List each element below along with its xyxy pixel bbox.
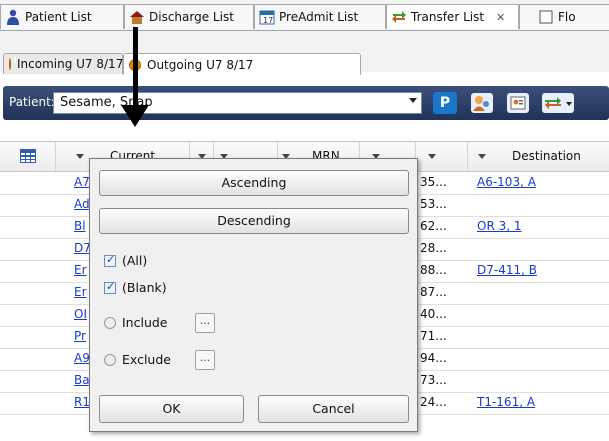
- annotation-arrow-head: [121, 105, 149, 127]
- tab-label: Discharge List: [149, 10, 234, 24]
- document-tab-strip: Patient List Discharge List 17 PreAdmit …: [0, 0, 609, 31]
- table-cell-dest[interactable]: T1-161, A: [477, 395, 535, 409]
- cancel-button[interactable]: Cancel: [258, 395, 409, 423]
- patient-select[interactable]: Sesame, Snap: [53, 92, 422, 114]
- table-cell-c5: 71...: [420, 329, 447, 343]
- table-cell-c5: 88...: [420, 263, 447, 277]
- exclude-radio[interactable]: [104, 354, 116, 366]
- ok-button[interactable]: OK: [99, 395, 244, 423]
- patient-card-icon[interactable]: [506, 92, 530, 114]
- column-header-6[interactable]: [416, 142, 468, 171]
- patient-bar: Patient: Sesame, Snap P: [3, 86, 609, 120]
- table-cell-current[interactable]: A7: [74, 175, 90, 189]
- column-chooser-button[interactable]: [0, 142, 56, 171]
- include-ellipsis-button[interactable]: ...: [195, 313, 215, 333]
- exclude-label: Exclude: [122, 352, 171, 367]
- all-label: (All): [122, 253, 148, 268]
- tab-label: Transfer List: [411, 10, 485, 24]
- table-cell-c5: 53...: [420, 197, 447, 211]
- column-header-destination[interactable]: Destination: [468, 142, 609, 171]
- subtab-outgoing[interactable]: Outgoing U7 8/17: [123, 53, 361, 75]
- person-icon: [7, 9, 19, 25]
- alert-icon: [9, 56, 17, 70]
- transfer-menu-icon[interactable]: [541, 92, 575, 114]
- table-cell-dest[interactable]: A6-103, A: [477, 175, 536, 189]
- patient-label: Patient:: [9, 95, 55, 109]
- filter-dropdown-icon[interactable]: [76, 154, 84, 159]
- chevron-down-icon[interactable]: [409, 98, 417, 103]
- page-icon: [539, 10, 553, 24]
- filter-dropdown-icon[interactable]: [478, 154, 486, 159]
- grid-icon: [20, 149, 36, 163]
- close-tab-icon[interactable]: ✕: [496, 11, 505, 24]
- tab-preadmit-list[interactable]: 17 PreAdmit List: [254, 4, 386, 29]
- table-cell-c5: 87...: [420, 285, 447, 299]
- table-cell-current[interactable]: Er: [74, 285, 87, 299]
- table-cell-c5: 28...: [420, 241, 447, 255]
- exclude-ellipsis-button[interactable]: ...: [195, 350, 215, 370]
- tab-transfer-list[interactable]: Transfer List ✕: [386, 4, 519, 29]
- table-cell-current[interactable]: A9: [74, 351, 90, 365]
- table-cell-current[interactable]: Er: [74, 263, 87, 277]
- include-label: Include: [122, 315, 168, 330]
- subtab-label: Outgoing U7 8/17: [147, 57, 254, 72]
- annotation-arrow-shaft: [133, 27, 138, 111]
- tab-patient-list[interactable]: Patient List: [0, 4, 124, 29]
- table-cell-c5: 73...: [420, 373, 447, 387]
- tab-label: PreAdmit List: [279, 10, 359, 24]
- column-filter-popup: Ascending Descending (All) (Blank) Inclu…: [89, 158, 418, 432]
- subtab-label: Incoming U7 8/17: [17, 57, 124, 71]
- table-cell-c5: 40...: [420, 307, 447, 321]
- blank-checkbox[interactable]: [104, 280, 116, 294]
- tab-discharge-list[interactable]: Discharge List: [124, 4, 254, 29]
- transfer-icon: [392, 11, 406, 23]
- column-header-label: Destination: [512, 149, 581, 163]
- table-cell-current[interactable]: OI: [74, 307, 87, 321]
- all-checkbox[interactable]: [104, 253, 116, 267]
- table-cell-dest[interactable]: D7-411, B: [477, 263, 537, 277]
- table-cell-current[interactable]: Ba: [74, 373, 90, 387]
- patient-p-button[interactable]: P: [433, 92, 457, 114]
- table-cell-c5: 94...: [420, 351, 447, 365]
- tab-label: Flo: [558, 10, 576, 24]
- house-icon: [130, 11, 144, 24]
- tab-label: Patient List: [25, 10, 92, 24]
- svg-text:17: 17: [263, 16, 273, 25]
- calendar-icon: 17: [259, 10, 275, 25]
- table-cell-dest[interactable]: OR 3, 1: [477, 219, 522, 233]
- filter-dropdown-icon[interactable]: [428, 154, 436, 159]
- sort-ascending-button[interactable]: Ascending: [99, 170, 409, 196]
- table-cell-c5: 24...: [420, 395, 447, 409]
- sort-descending-button[interactable]: Descending: [99, 208, 409, 234]
- patient-lookup-icon[interactable]: [470, 92, 494, 114]
- include-radio[interactable]: [104, 317, 116, 329]
- table-cell-current[interactable]: Pr: [74, 329, 86, 343]
- table-cell-current[interactable]: Ad: [74, 197, 90, 211]
- blank-label: (Blank): [122, 280, 167, 295]
- table-cell-c5: 35...: [420, 175, 447, 189]
- tab-flo[interactable]: Flo: [519, 4, 609, 29]
- subtab-incoming[interactable]: Incoming U7 8/17: [3, 53, 123, 74]
- table-cell-current[interactable]: Bl: [74, 219, 86, 233]
- table-cell-c5: 62...: [420, 219, 447, 233]
